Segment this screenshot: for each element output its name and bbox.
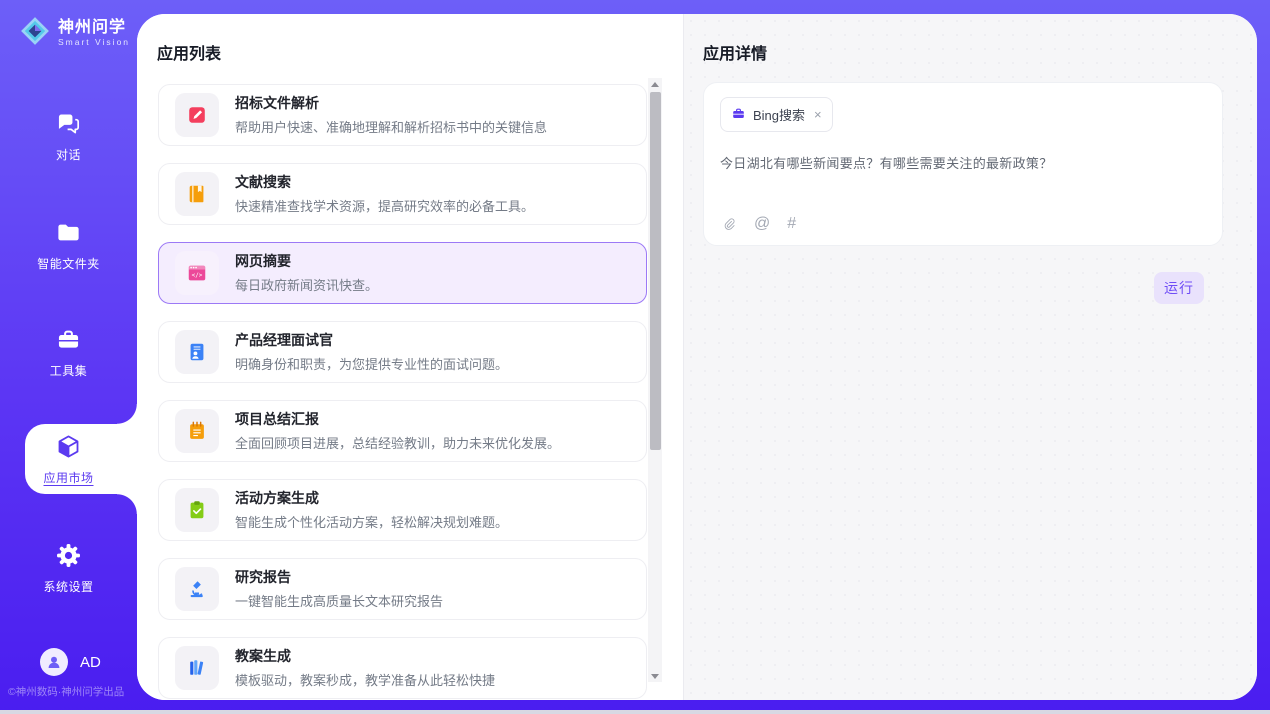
app-title: 项目总结汇报 xyxy=(235,411,560,428)
sidebar-item-smart-folders[interactable]: 智能文件夹 xyxy=(0,219,137,272)
content-panel: 应用列表 招标文件解析 帮助用户快速、准确地理解和解析招标书中的关键信息 xyxy=(137,14,1257,700)
prompt-card[interactable]: Bing搜索 × 今日湖北有哪些新闻要点？有哪些需要关注的最新政策？ @ # xyxy=(703,82,1223,246)
app-desc: 模板驱动，教案秒成，教学准备从此轻松快捷 xyxy=(235,670,495,689)
svg-text:</>: </> xyxy=(192,272,203,279)
attach-paperclip-icon[interactable] xyxy=(721,216,737,232)
sidebar-item-chat[interactable]: 对话 xyxy=(0,110,137,163)
app-title: 文献搜索 xyxy=(235,174,534,191)
app-desc: 一键智能生成高质量长文本研究报告 xyxy=(235,591,443,610)
briefcase-icon xyxy=(731,106,746,124)
sidebar: 神州问学 Smart Vision 对话 智能文件夹 xyxy=(0,0,137,714)
app-title: 招标文件解析 xyxy=(235,95,547,112)
hash-icon[interactable]: # xyxy=(787,216,796,232)
run-button[interactable]: 运行 xyxy=(1154,272,1204,304)
notepad-icon xyxy=(175,409,219,453)
app-desc: 快速精准查找学术资源，提高研究效率的必备工具。 xyxy=(235,196,534,215)
scrollbar-down-arrow[interactable] xyxy=(648,670,662,682)
book-icon xyxy=(175,172,219,216)
list-scrollbar[interactable] xyxy=(648,78,662,682)
app-desc: 全面回顾项目进展，总结经验教训，助力未来优化发展。 xyxy=(235,433,560,452)
app-title: 教案生成 xyxy=(235,648,495,665)
mention-icon[interactable]: @ xyxy=(754,216,770,232)
app-card-web-summary[interactable]: </> 网页摘要 每日政府新闻资讯快查。 xyxy=(158,242,647,304)
sidebar-item-settings[interactable]: 系统设置 xyxy=(0,542,137,595)
app-window: { "sidebar": { "logo_title": "神州问学", "lo… xyxy=(0,0,1270,714)
user-initials: AD xyxy=(80,654,101,671)
app-list-title: 应用列表 xyxy=(157,40,221,64)
app-card-list: 招标文件解析 帮助用户快速、准确地理解和解析招标书中的关键信息 文献搜索 快速精… xyxy=(158,84,647,700)
folder-icon xyxy=(55,219,82,246)
sidebar-item-toolset[interactable]: 工具集 xyxy=(0,326,137,379)
sidebar-item-label: 系统设置 xyxy=(0,578,137,595)
prompt-toolbar: @ # xyxy=(721,216,796,232)
user-account[interactable]: AD xyxy=(40,648,101,676)
sidebar-item-label: 工具集 xyxy=(0,362,137,379)
app-desc: 明确身份和职责，为您提供专业性的面试问题。 xyxy=(235,354,508,373)
interviewer-icon xyxy=(175,330,219,374)
app-title: 研究报告 xyxy=(235,569,443,586)
app-detail-title: 应用详情 xyxy=(703,40,767,64)
app-card-bid-parse[interactable]: 招标文件解析 帮助用户快速、准确地理解和解析招标书中的关键信息 xyxy=(158,84,647,146)
browser-code-icon: </> xyxy=(175,251,219,295)
copyright-footer: ©神州数码·神州问学出品 xyxy=(8,684,137,699)
bottom-edge-strip xyxy=(0,710,1270,714)
logo-title: 神州问学 xyxy=(58,19,130,37)
microscope-icon xyxy=(175,567,219,611)
prompt-text[interactable]: 今日湖北有哪些新闻要点？有哪些需要关注的最新政策？ xyxy=(720,153,1206,172)
clipboard-check-icon xyxy=(175,488,219,532)
chat-icon xyxy=(55,110,82,137)
scrollbar-up-arrow[interactable] xyxy=(648,78,662,90)
app-desc: 帮助用户快速、准确地理解和解析招标书中的关键信息 xyxy=(235,117,547,136)
edit-square-icon xyxy=(175,93,219,137)
toolbox-icon xyxy=(55,326,82,353)
tool-chip-label: Bing搜索 xyxy=(753,105,805,124)
sidebar-item-label: 应用市场 xyxy=(0,469,137,486)
tool-chip-bing-search[interactable]: Bing搜索 × xyxy=(720,97,833,132)
app-desc: 智能生成个性化活动方案，轻松解决规划难题。 xyxy=(235,512,508,531)
app-card-literature-search[interactable]: 文献搜索 快速精准查找学术资源，提高研究效率的必备工具。 xyxy=(158,163,647,225)
person-icon xyxy=(45,653,63,671)
app-detail-panel: 应用详情 Bing搜索 × 今日湖北有哪些新闻要点？有哪些需要关注的最新政策？ xyxy=(683,14,1257,700)
logo-subtitle: Smart Vision xyxy=(58,37,130,48)
app-title: 产品经理面试官 xyxy=(235,332,508,349)
app-card-lesson-plan[interactable]: 教案生成 模板驱动，教案秒成，教学准备从此轻松快捷 xyxy=(158,637,647,699)
app-card-activity-plan[interactable]: 活动方案生成 智能生成个性化活动方案，轻松解决规划难题。 xyxy=(158,479,647,541)
sidebar-item-label: 对话 xyxy=(0,146,137,163)
app-title: 活动方案生成 xyxy=(235,490,508,507)
app-desc: 每日政府新闻资讯快查。 xyxy=(235,275,378,294)
sidebar-item-label: 智能文件夹 xyxy=(0,255,137,272)
app-logo: 神州问学 Smart Vision xyxy=(20,16,130,51)
app-card-pm-interviewer[interactable]: 产品经理面试官 明确身份和职责，为您提供专业性的面试问题。 xyxy=(158,321,647,383)
user-avatar xyxy=(40,648,68,676)
cube-icon xyxy=(55,433,82,460)
books-icon xyxy=(175,646,219,690)
gear-icon xyxy=(55,542,82,569)
app-title: 网页摘要 xyxy=(235,253,378,270)
scrollbar-thumb[interactable] xyxy=(650,92,661,450)
app-list-panel: 应用列表 招标文件解析 帮助用户快速、准确地理解和解析招标书中的关键信息 xyxy=(137,14,683,700)
app-card-project-summary[interactable]: 项目总结汇报 全面回顾项目进展，总结经验教训，助力未来优化发展。 xyxy=(158,400,647,462)
chip-close-icon[interactable]: × xyxy=(814,107,822,122)
sidebar-item-app-market[interactable]: 应用市场 xyxy=(0,433,137,486)
logo-diamond-icon xyxy=(20,16,50,51)
app-card-research-report[interactable]: 研究报告 一键智能生成高质量长文本研究报告 xyxy=(158,558,647,620)
